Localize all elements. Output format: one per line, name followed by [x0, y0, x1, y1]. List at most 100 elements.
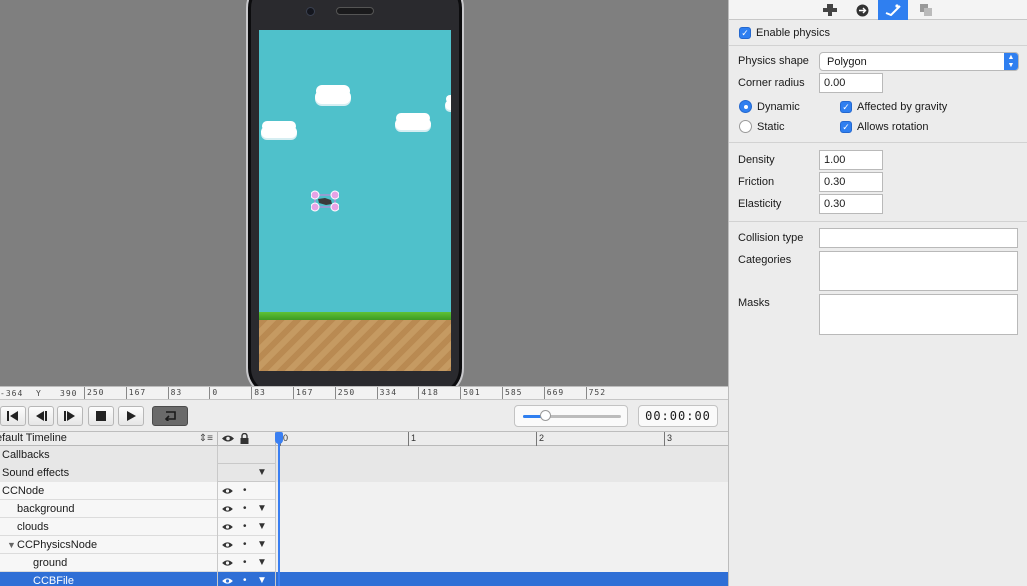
timeline-node-row[interactable]: CCNode •	[0, 482, 728, 500]
row-name-cell[interactable]: Sound effects	[0, 464, 218, 482]
add-keyframe-menu-icon[interactable]: ▼	[257, 572, 267, 586]
timeline-selector[interactable]: efault Timeline ⇕≡	[0, 432, 218, 446]
masks-field[interactable]	[819, 294, 1018, 335]
lock-toggle-icon[interactable]: •	[243, 536, 247, 554]
ground-sprite[interactable]	[259, 312, 451, 371]
row-label: CCNode	[2, 485, 45, 497]
dynamic-radio[interactable]	[739, 100, 752, 113]
row-label: Callbacks	[2, 449, 50, 461]
add-keyframe-menu-icon[interactable]: ▼	[257, 518, 267, 536]
categories-field[interactable]	[819, 251, 1018, 291]
rewind-button[interactable]	[0, 406, 26, 426]
timeline-category-row[interactable]: Callbacks	[0, 446, 728, 464]
cloud-sprite[interactable]	[395, 118, 431, 130]
row-keyframe-track[interactable]	[276, 500, 728, 518]
ruler-tick-label: 669	[543, 387, 564, 399]
playhead-handle[interactable]	[275, 432, 283, 444]
scene-canvas[interactable]	[0, 0, 728, 386]
lock-icon[interactable]	[240, 433, 249, 444]
selected-ccbfile-sprite[interactable]	[311, 190, 339, 212]
friction-field[interactable]: 0.30	[819, 172, 883, 192]
loop-button[interactable]	[152, 406, 188, 426]
static-radio[interactable]	[739, 120, 752, 133]
tab-code-connections[interactable]	[847, 0, 877, 20]
eye-icon[interactable]	[222, 434, 234, 443]
row-keyframe-track[interactable]	[276, 482, 728, 500]
enable-physics-checkbox[interactable]: ✓	[739, 27, 751, 39]
playhead-line	[278, 432, 280, 586]
eye-icon[interactable]	[222, 505, 233, 513]
timeline-node-row[interactable]: CCBFile • ▼	[0, 572, 728, 586]
horizontal-ruler: -364 Y 390 250 167 83 0 83 167 250 334 418 501 585…	[0, 386, 728, 400]
eye-icon[interactable]	[222, 559, 233, 567]
collision-type-field[interactable]	[819, 228, 1018, 248]
stop-button[interactable]	[88, 406, 114, 426]
timeline-zoom-slider[interactable]	[514, 405, 628, 427]
corner-radius-field[interactable]: 0.00	[819, 73, 883, 93]
timeline-sort-icon[interactable]: ⇕≡	[199, 432, 213, 445]
row-name-cell[interactable]: clouds	[0, 518, 218, 536]
row-label: ground	[33, 557, 68, 569]
tab-templates[interactable]	[911, 0, 941, 20]
eye-icon[interactable]	[222, 541, 233, 549]
lock-toggle-icon[interactable]: •	[243, 554, 247, 572]
allows-rotation-checkbox[interactable]: ✓	[840, 121, 852, 133]
play-button[interactable]	[118, 406, 144, 426]
divider	[729, 142, 1027, 143]
add-keyframe-menu-icon[interactable]: ▼	[257, 464, 267, 482]
row-keyframe-track[interactable]	[276, 536, 728, 554]
density-field[interactable]: 1.00	[819, 150, 883, 170]
add-keyframe-menu-icon[interactable]: ▼	[257, 536, 267, 554]
row-name-cell[interactable]: Callbacks	[0, 446, 218, 464]
slider-knob[interactable]	[539, 410, 551, 421]
camera-icon	[306, 7, 315, 16]
timeline-node-row[interactable]: ▼ CCPhysicsNode • ▼	[0, 536, 728, 554]
row-flags-cell: • ▼	[218, 572, 276, 586]
disclosure-triangle-icon[interactable]: ▼	[7, 536, 16, 554]
row-keyframe-track[interactable]	[276, 572, 728, 586]
row-label: clouds	[17, 521, 49, 533]
ruler-tick-label: 585	[502, 387, 522, 399]
elasticity-field[interactable]: 0.30	[819, 194, 883, 214]
step-back-button[interactable]	[28, 406, 54, 426]
timeline-category-row[interactable]: Sound effects ▼	[0, 464, 728, 482]
cloud-sprite[interactable]	[445, 100, 451, 110]
lock-toggle-icon[interactable]: •	[243, 482, 247, 500]
timeline-node-row[interactable]: background • ▼	[0, 500, 728, 518]
eye-icon[interactable]	[222, 523, 233, 531]
add-keyframe-menu-icon[interactable]: ▼	[257, 500, 267, 518]
lock-toggle-icon[interactable]: •	[243, 572, 247, 586]
add-keyframe-menu-icon[interactable]: ▼	[257, 554, 267, 572]
enable-physics-label: Enable physics	[756, 27, 830, 39]
row-keyframe-track[interactable]	[276, 518, 728, 536]
physics-shape-select[interactable]: Polygon ▲ ▼	[819, 52, 1019, 71]
cursor-x-readout: -364	[0, 389, 24, 398]
row-keyframe-track[interactable]	[276, 554, 728, 572]
row-keyframe-track[interactable]	[276, 446, 728, 464]
step-forward-button[interactable]	[57, 406, 83, 426]
row-keyframe-track[interactable]	[276, 464, 728, 482]
cloud-sprite[interactable]	[315, 90, 351, 104]
ruler-tick-label: 250	[334, 387, 355, 399]
stop-icon	[96, 411, 106, 421]
row-name-cell[interactable]: ▼ CCPhysicsNode	[0, 536, 218, 554]
row-name-cell[interactable]: ground	[0, 554, 218, 572]
friction-label: Friction	[738, 176, 775, 188]
lock-toggle-icon[interactable]: •	[243, 500, 247, 518]
timeline-node-row[interactable]: clouds • ▼	[0, 518, 728, 536]
tab-physics[interactable]	[878, 0, 908, 20]
play-icon	[127, 411, 136, 421]
row-name-cell[interactable]: background	[0, 500, 218, 518]
timeline-node-row[interactable]: ground • ▼	[0, 554, 728, 572]
row-name-cell[interactable]: CCBFile	[0, 572, 218, 586]
cloud-sprite[interactable]	[261, 126, 297, 138]
eye-icon[interactable]	[222, 487, 233, 495]
tab-properties[interactable]	[815, 0, 845, 20]
affected-by-gravity-checkbox[interactable]: ✓	[840, 101, 852, 113]
physics-shape-value: Polygon	[827, 56, 867, 68]
inspector-tab-bar	[729, 0, 1027, 20]
device-screen[interactable]	[259, 30, 451, 371]
eye-icon[interactable]	[222, 577, 233, 585]
lock-toggle-icon[interactable]: •	[243, 518, 247, 536]
row-name-cell[interactable]: CCNode	[0, 482, 218, 500]
